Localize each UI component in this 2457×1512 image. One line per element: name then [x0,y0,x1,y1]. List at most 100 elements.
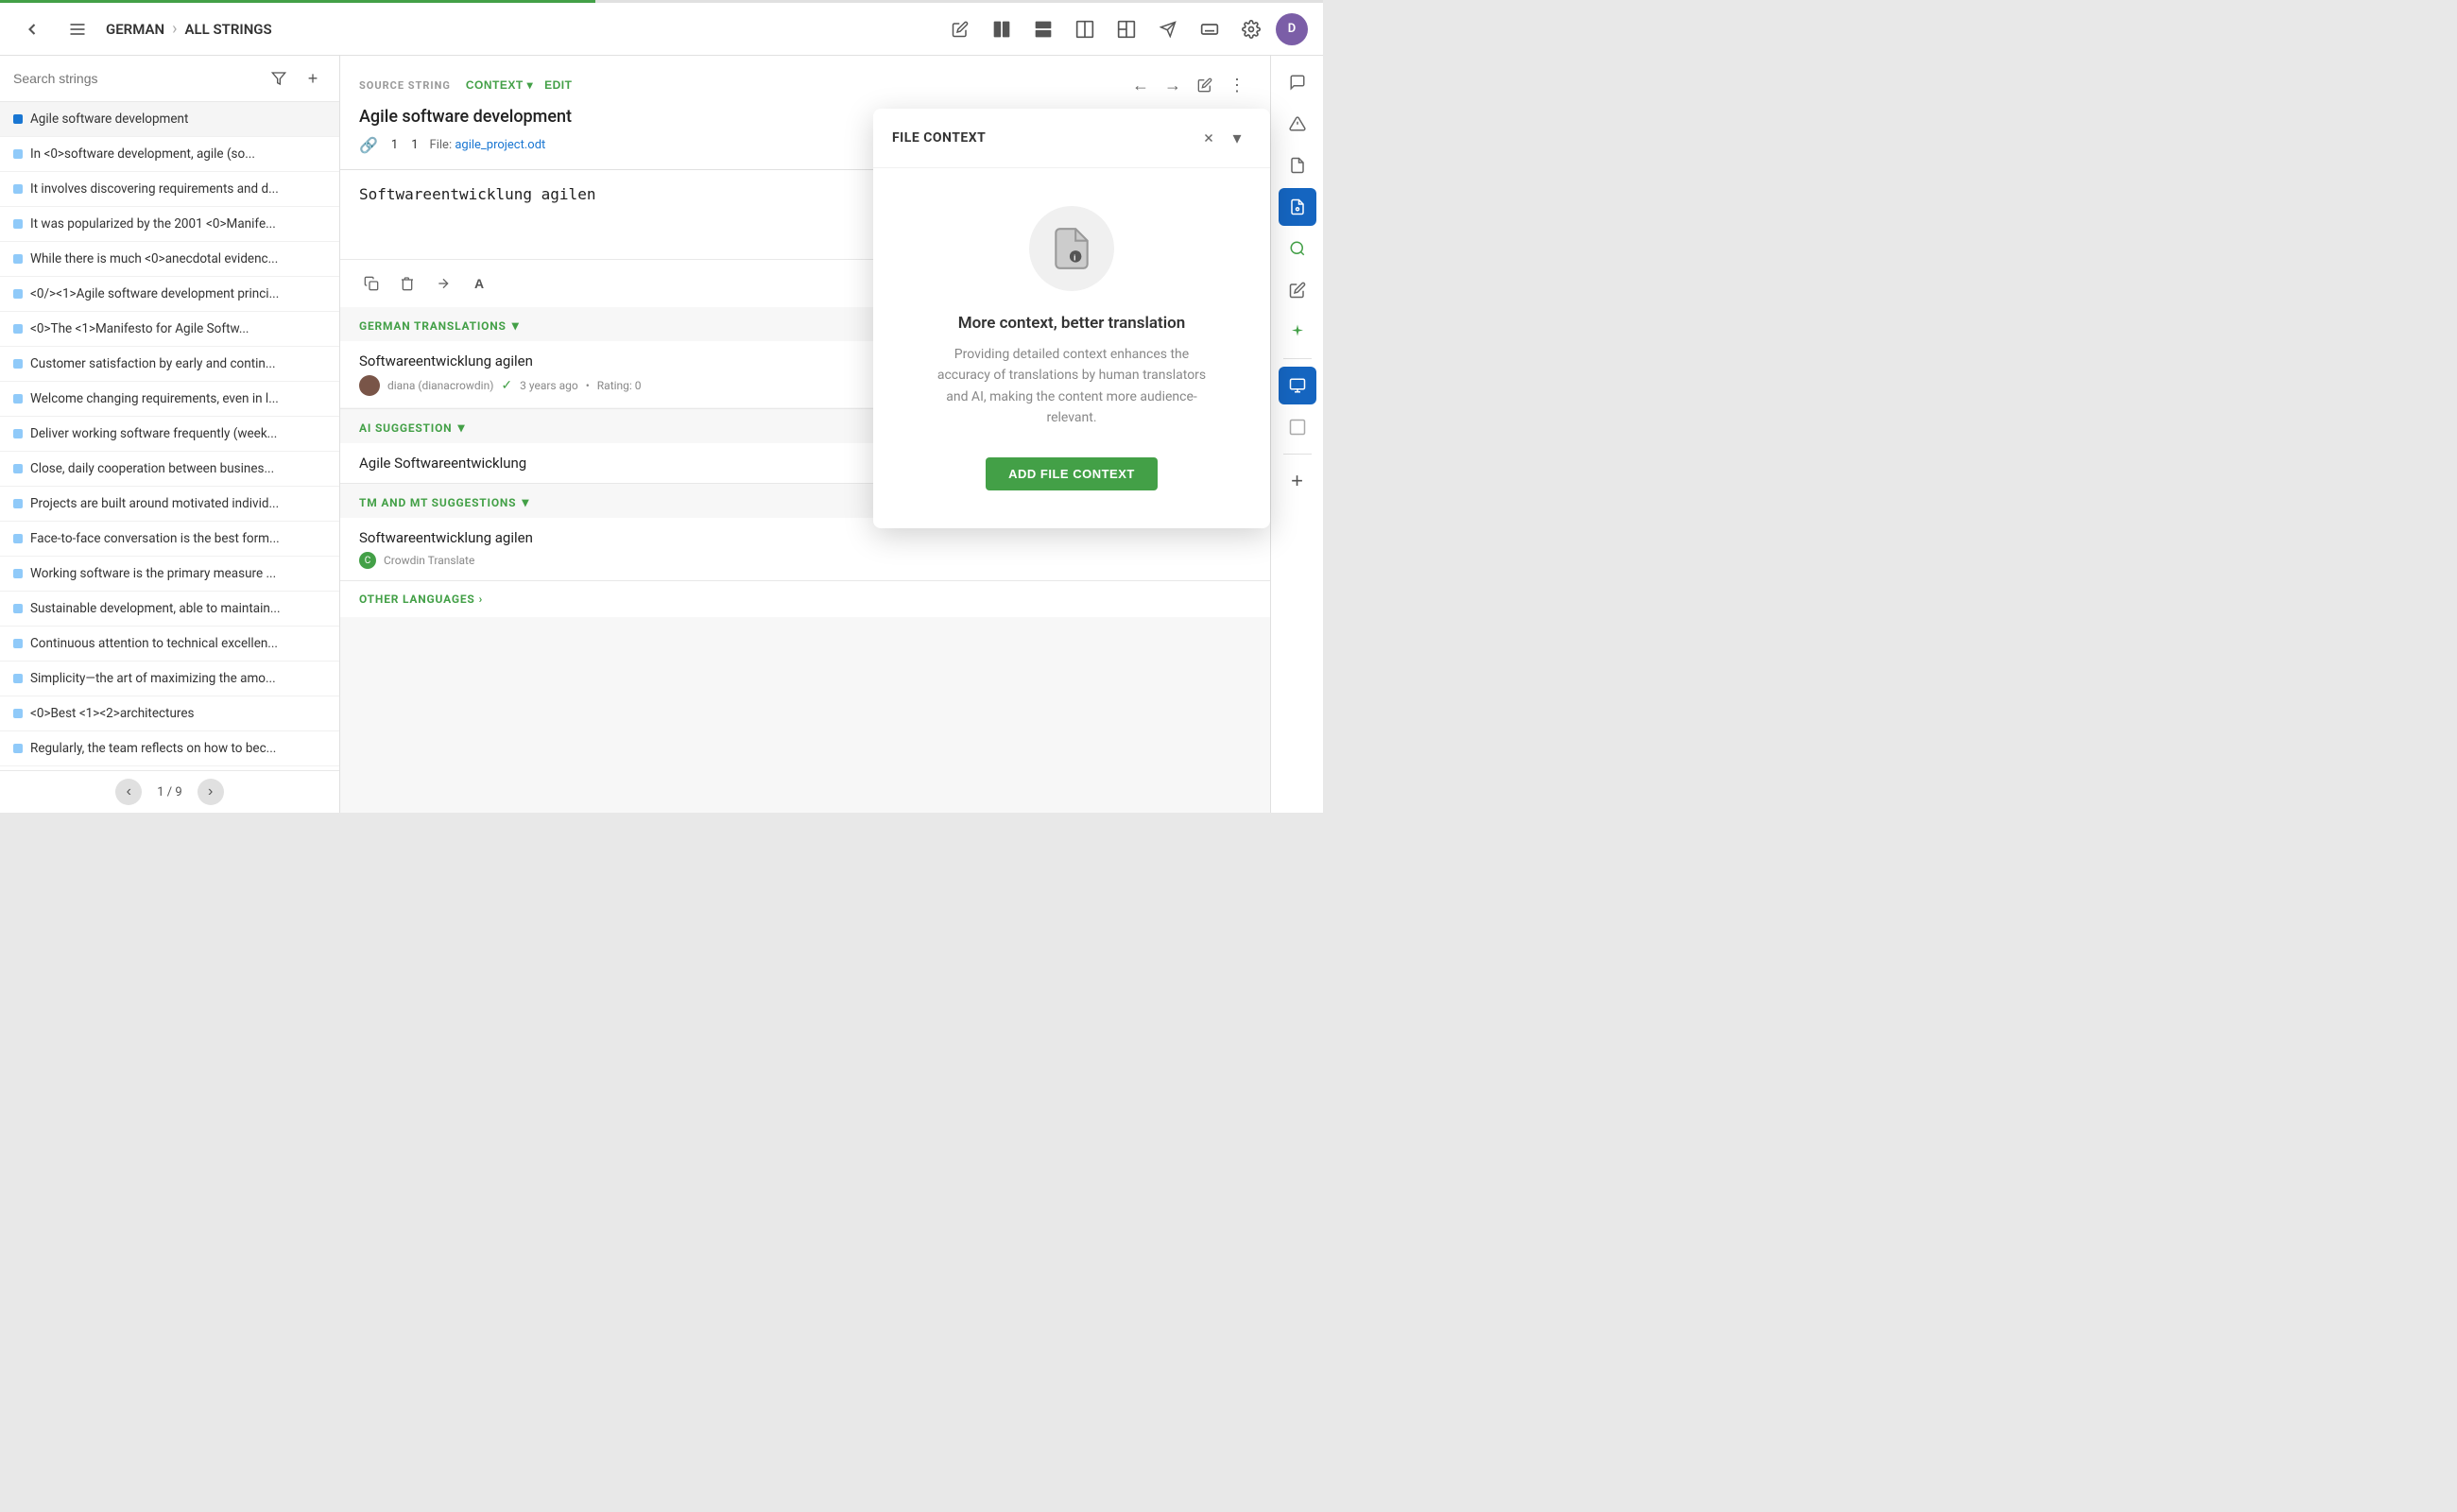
layout-wide-sidebar-btn[interactable] [1279,408,1316,446]
keyboard-btn[interactable] [1193,12,1227,46]
add-string-btn[interactable]: + [300,65,326,92]
string-item-text: In <0>software development, agile (so... [30,146,255,162]
add-file-context-btn[interactable]: ADD FILE CONTEXT [986,457,1158,490]
string-list-item[interactable]: <0>Best <1><2>architectures [0,696,339,731]
source-next-btn[interactable]: → [1159,71,1187,99]
right-sidebar: + [1270,56,1323,813]
ai-suggestion-arrow: ▾ [457,421,465,436]
string-list-item[interactable]: <0/><1>Agile software development princi… [0,277,339,312]
string-item-text: Customer satisfaction by early and conti… [30,356,276,371]
pagination-label: 1 / 9 [157,785,181,799]
string-item-dot [13,114,23,124]
app-container: GERMAN › ALL STRINGS [0,0,1323,813]
string-item-text: Face-to-face conversation is the best fo… [30,531,280,546]
history-sidebar-btn[interactable] [1279,146,1316,184]
search-tm-sidebar-btn[interactable] [1279,230,1316,267]
file-link[interactable]: agile_project.odt [455,138,545,152]
breadcrumb: GERMAN › ALL STRINGS [106,19,272,39]
layout2-btn[interactable] [1026,12,1060,46]
string-item-text: <0>The <1>Manifesto for Agile Softw... [30,321,249,336]
other-languages-label: OTHER LANGUAGES [359,593,475,606]
tm-suggestion-text: Softwareentwicklung agilen [359,529,1251,546]
layout1-btn[interactable] [985,12,1019,46]
string-list-item[interactable]: Close, daily cooperation between busines… [0,452,339,487]
tm-mt-arrow: ▾ [522,495,529,510]
pagination-bar: ‹ 1 / 9 › [0,770,339,813]
menu-button[interactable] [60,12,94,46]
string-item-dot [13,744,23,753]
string-item-text: It involves discovering requirements and… [30,181,279,197]
source-prev-btn[interactable]: ← [1126,71,1155,99]
file-context-sidebar-btn[interactable] [1279,188,1316,226]
filter-btn[interactable] [266,65,292,92]
crowdin-icon: C [359,552,376,569]
string-list-item[interactable]: Welcome changing requirements, even in l… [0,382,339,417]
string-list-item[interactable]: Deliver working software frequently (wee… [0,417,339,452]
other-languages-btn[interactable]: OTHER LANGUAGES › [340,581,1270,617]
send-btn[interactable] [1151,12,1185,46]
string-list-item[interactable]: Customer satisfaction by early and conti… [0,347,339,382]
file-context-panel: FILE CONTEXT ▾ i More context, better tr… [873,109,1270,528]
topbar: GERMAN › ALL STRINGS [0,3,1323,56]
string-list-item[interactable]: Continuous attention to technical excell… [0,627,339,662]
string-item-dot [13,324,23,334]
breadcrumb-all-strings[interactable]: ALL STRINGS [185,21,272,38]
edit-tool-btn[interactable] [943,12,977,46]
file-context-illustration: i [1048,225,1095,272]
edit-source-btn[interactable]: EDIT [544,78,572,92]
delete-translation-btn[interactable] [391,267,423,300]
string-list-item[interactable]: While there is much <0>anecdotal evidenc… [0,242,339,277]
string-list-item[interactable]: Working software is the primary measure … [0,557,339,592]
string-item-dot [13,464,23,473]
string-item-dot [13,149,23,159]
string-item-text: <0>Best <1><2>architectures [30,706,194,721]
topbar-right: D [943,12,1308,46]
screenshot-sidebar-btn[interactable] [1279,367,1316,404]
back-button[interactable] [15,12,49,46]
file-context-close-btn[interactable] [1194,124,1223,152]
file-context-dropdown-btn[interactable]: ▾ [1223,124,1251,152]
search-input[interactable] [13,71,258,86]
source-edit-btn[interactable] [1191,71,1219,99]
string-list-item[interactable]: In <0>software development, agile (so... [0,137,339,172]
string-list-item[interactable]: It was popularized by the 2001 <0>Manife… [0,207,339,242]
pagination-next[interactable]: › [198,779,224,805]
pagination-prev[interactable]: ‹ [115,779,142,805]
translation-user-name: diana (dianacrowdin) [387,379,493,392]
string-list-item[interactable]: Agile software development [0,102,339,137]
string-item-text: Welcome changing requirements, even in l… [30,391,279,406]
string-list-item[interactable]: Face-to-face conversation is the best fo… [0,522,339,557]
breadcrumb-german[interactable]: GERMAN [106,21,164,38]
file-context-heading: More context, better translation [958,314,1186,333]
string-item-text: Simplicity—the art of maximizing the amo… [30,671,276,686]
string-item-dot [13,184,23,194]
source-string-label: SOURCE STRING [359,79,451,92]
copy-translation-btn[interactable] [355,267,387,300]
string-list-item[interactable]: It involves discovering requirements and… [0,172,339,207]
spellcheck-btn[interactable]: A [463,267,495,300]
string-item-text: Close, daily cooperation between busines… [30,461,274,476]
comments-sidebar-btn[interactable] [1279,63,1316,101]
ai-sidebar-btn[interactable] [1279,313,1316,351]
string-list-item[interactable]: <0>The <1>Manifesto for Agile Softw... [0,312,339,347]
string-list-item[interactable]: Sustainable development, able to maintai… [0,592,339,627]
settings-btn[interactable] [1234,12,1268,46]
context-btn[interactable]: CONTEXT ▾ [466,78,533,92]
string-list-item[interactable]: Projects are built around motivated indi… [0,487,339,522]
add-sidebar-btn[interactable]: + [1279,462,1316,500]
string-item-dot [13,394,23,404]
string-list-header: + [0,56,339,102]
avatar[interactable]: D [1276,13,1308,45]
split-translation-btn[interactable] [427,267,459,300]
issues-sidebar-btn[interactable] [1279,105,1316,143]
string-list-item[interactable]: Regularly, the team reflects on how to b… [0,731,339,766]
user-avatar-small [359,375,380,396]
layout3-btn[interactable] [1068,12,1102,46]
source-more-btn[interactable]: ⋮ [1223,71,1251,99]
string-item-text: Continuous attention to technical excell… [30,636,278,651]
layout4-btn[interactable] [1109,12,1143,46]
ai-suggestion-label: AI SUGGESTION [359,421,452,435]
string-list-item[interactable]: Simplicity—the art of maximizing the amo… [0,662,339,696]
edit-trans-sidebar-btn[interactable] [1279,271,1316,309]
string-item-text: It was popularized by the 2001 <0>Manife… [30,216,276,232]
